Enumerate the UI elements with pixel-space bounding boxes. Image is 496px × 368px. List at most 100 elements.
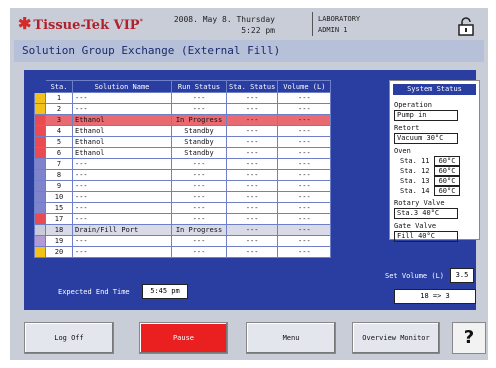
solution-name: --- (72, 202, 172, 214)
time-text: 5:22 pm (241, 26, 275, 35)
padlock-icon[interactable] (456, 16, 476, 36)
log-off-button[interactable]: Log Off (24, 322, 114, 354)
solution-name: --- (72, 191, 172, 203)
table-row[interactable]: 15 --- --- --- --- (34, 202, 332, 214)
oven-station: Sta. 13 (400, 177, 430, 185)
solution-name: --- (72, 235, 172, 247)
run-status: --- (171, 92, 227, 104)
volume: --- (277, 114, 332, 126)
station-color-marker (34, 169, 46, 181)
volume: --- (277, 136, 332, 148)
menu-button[interactable]: Menu (246, 322, 336, 354)
station-table: Sta. Solution Name Run Status Sta. Statu… (34, 80, 332, 258)
table-row[interactable]: 5 Ethanol Standby --- --- (34, 136, 332, 148)
station-status: --- (225, 158, 279, 170)
run-status: --- (171, 246, 227, 258)
solution-name: Ethanol (72, 114, 172, 126)
volume: --- (277, 125, 332, 137)
station-status: --- (225, 246, 279, 258)
date-text: 2008. May 8. Thursday (173, 15, 275, 24)
logo-mark: * (139, 18, 143, 26)
table-header-row: Sta. Solution Name Run Status Sta. Statu… (34, 80, 332, 93)
station-color-marker (34, 213, 46, 225)
station-number: 15 (45, 202, 73, 214)
col-header-volume: Volume (L) (277, 80, 332, 93)
solution-name: Ethanol (72, 125, 172, 137)
station-number: 3 (45, 114, 73, 126)
gate-valve-label: Gate Valve (394, 222, 437, 230)
run-status: --- (171, 191, 227, 203)
station-number: 18 (45, 224, 73, 236)
operation-label: Operation (394, 101, 432, 109)
station-status: --- (225, 103, 279, 115)
table-row[interactable]: 9 --- --- --- --- (34, 180, 332, 192)
table-row[interactable]: 10 --- --- --- --- (34, 191, 332, 203)
run-status: --- (171, 213, 227, 225)
station-color-marker (34, 103, 46, 115)
location-text: LABORATORY (318, 15, 361, 23)
volume: --- (277, 224, 332, 236)
oven-row: Sta. 14 60°C (400, 186, 479, 196)
station-number: 4 (45, 125, 73, 137)
table-row[interactable]: 6 Ethanol Standby --- --- (34, 147, 332, 159)
operation-value: Pump in (394, 110, 458, 121)
system-status-title: System Status (393, 84, 476, 95)
col-header-sta-status: Sta. Status (225, 80, 279, 93)
run-status: --- (171, 202, 227, 214)
gate-valve-value: Fill 40°C (394, 231, 458, 242)
run-status: Standby (171, 125, 227, 137)
table-row[interactable]: 3 Ethanol In Progress --- --- (34, 114, 332, 126)
header-divider (312, 12, 313, 36)
station-status: --- (225, 235, 279, 247)
station-color-marker (34, 147, 46, 159)
solution-name: --- (72, 180, 172, 192)
station-status: --- (225, 213, 279, 225)
table-row[interactable]: 2 --- --- --- --- (34, 103, 332, 115)
volume: --- (277, 92, 332, 104)
station-color-marker (34, 191, 46, 203)
header-bar: ✱ Tissue-Tek VIP* 2008. May 8. Thursday 5… (10, 8, 488, 40)
table-row[interactable]: 19 --- --- --- --- (34, 235, 332, 247)
rotary-valve-label: Rotary Valve (394, 199, 445, 207)
solution-name: Ethanol (72, 136, 172, 148)
station-number: 6 (45, 147, 73, 159)
logo-text: Tissue-Tek VIP (33, 18, 140, 33)
pause-button[interactable]: Pause (139, 322, 228, 354)
station-color-marker (34, 125, 46, 137)
set-volume-value[interactable]: 3.5 (450, 268, 474, 283)
transfer-display: 18 => 3 (394, 289, 476, 304)
station-number: 10 (45, 191, 73, 203)
overview-monitor-button[interactable]: Overview Monitor (352, 322, 440, 354)
col-header-run-status: Run Status (171, 80, 227, 93)
run-status: Standby (171, 136, 227, 148)
table-row[interactable]: 18 Drain/Fill Port In Progress --- --- (34, 224, 332, 236)
col-header-sta: Sta. (45, 80, 73, 93)
station-status: --- (225, 92, 279, 104)
solution-name: --- (72, 213, 172, 225)
table-row[interactable]: 17 --- --- --- --- (34, 213, 332, 225)
table-row[interactable]: 1 --- --- --- --- (34, 92, 332, 104)
retort-value: Vacuum 30°C (394, 133, 458, 144)
volume: --- (277, 158, 332, 170)
run-status: In Progress (171, 114, 227, 126)
help-button[interactable]: ? (452, 322, 486, 354)
oven-station: Sta. 11 (400, 157, 430, 165)
station-status: --- (225, 147, 279, 159)
station-color-marker (34, 114, 46, 126)
station-number: 17 (45, 213, 73, 225)
solution-name: --- (72, 169, 172, 181)
table-row[interactable]: 20 --- --- --- --- (34, 246, 332, 258)
system-status-panel: System Status Operation Pump in Retort V… (389, 80, 480, 242)
oven-temp: 60°C (434, 186, 460, 196)
table-row[interactable]: 8 --- --- --- --- (34, 169, 332, 181)
table-row[interactable]: 7 --- --- --- --- (34, 158, 332, 170)
solution-name: --- (72, 103, 172, 115)
station-status: --- (225, 136, 279, 148)
table-row[interactable]: 4 Ethanol Standby --- --- (34, 125, 332, 137)
logo-star-icon: ✱ (18, 14, 32, 33)
solution-name: --- (72, 158, 172, 170)
station-number: 2 (45, 103, 73, 115)
user-text: ADMIN 1 (318, 26, 348, 34)
station-color-marker (34, 180, 46, 192)
oven-station: Sta. 14 (400, 187, 430, 195)
